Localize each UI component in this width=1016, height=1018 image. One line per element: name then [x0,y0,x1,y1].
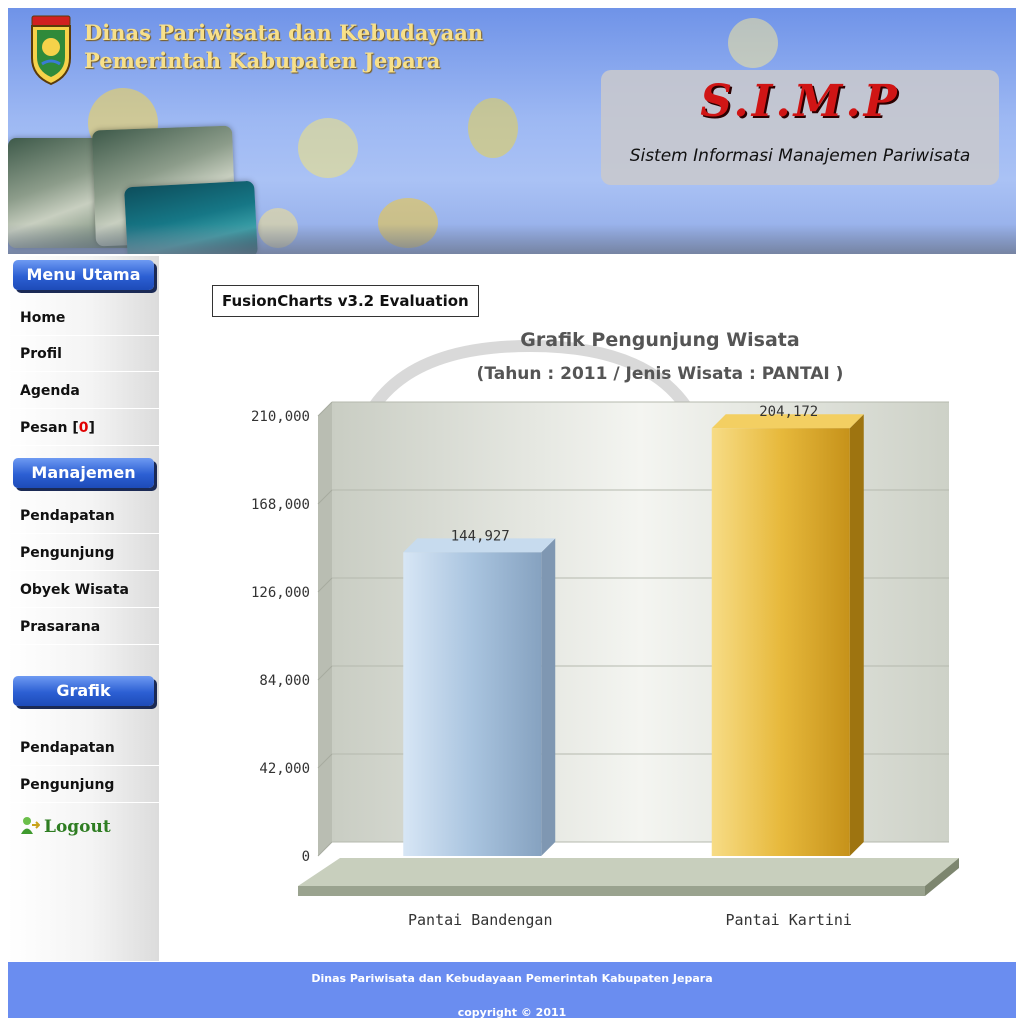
bar-side [849,414,864,856]
manajemen-header: Manajemen [13,458,154,488]
bar-side [541,538,556,856]
sidebar-item-obyek-wisata[interactable]: Obyek Wisata [8,572,159,608]
header-banner: Dinas Pariwisata dan Kebudayaan Pemerint… [8,8,1016,254]
x-tick-label: Pantai Bandengan [408,911,553,929]
banner-strip [8,224,1016,254]
jepara-crest-icon [31,15,71,86]
sidebar-item-prasarana[interactable]: Prasarana [8,609,159,645]
plot-area: 0 42,000 84,000 126,000 168,000 210,000 144,92… [251,401,959,929]
sidebar-item-grafik-pengunjung[interactable]: Pengunjung [8,767,159,803]
sidebar: Menu Utama Home Profil Agenda Pesan [0] … [8,256,159,961]
footer-org: Dinas Pariwisata dan Kebudayaan Pemerint… [311,972,713,985]
app-title: S.I.M.P [700,76,900,127]
sidebar-item-home[interactable]: Home [8,300,159,336]
data-label: 204,172 [759,404,818,420]
grafik-header: Grafik [13,676,154,706]
logout-icon [21,817,40,834]
bar [711,428,850,856]
chart-title: Grafik Pengunjung Wisata [520,329,799,351]
sidebar-item-label: Pesan [20,420,73,436]
org-name-line2: Pemerintah Kabupaten Jepara [84,48,441,73]
footer-copyright: copyright © 2011 [457,1006,567,1018]
bracket: ] [88,420,95,436]
y-tick-label: 42,000 [259,761,310,777]
sidebar-item-agenda[interactable]: Agenda [8,373,159,409]
chart-subtitle: (Tahun : 2011 / Jenis Wisata : PANTAI ) [477,364,844,384]
visitor-chart: 0 42,000 84,000 126,000 168,000 210,000 144,92… [251,329,959,929]
y-tick-label: 210,000 [251,409,310,425]
x-tick-label: Pantai Kartini [726,911,852,929]
decor-blob [468,98,518,158]
y-tick-label: 84,000 [259,673,310,689]
sidebar-item-pesan[interactable]: Pesan [0] [8,410,159,446]
org-name-line1: Dinas Pariwisata dan Kebudayaan [84,20,484,45]
app-subtitle: Sistem Informasi Manajemen Pariwisata [629,146,971,166]
sidebar-item-pengunjung[interactable]: Pengunjung [8,535,159,571]
y-tick-label: 126,000 [251,585,310,601]
decor-blob [298,118,358,178]
data-label: 144,927 [451,528,510,544]
chart-floor-top [298,858,959,886]
main-content: FusionCharts v3.2 Evaluation 0 42,000 84,0… [160,256,1016,961]
logout-label: Logout [44,817,111,837]
sidebar-item-pendapatan[interactable]: Pendapatan [8,498,159,534]
decor-blob [728,18,778,68]
chart-side-wall [318,402,332,856]
app-title-box: S.I.M.P Sistem Informasi Manajemen Pariw… [601,70,999,185]
sidebar-item-profil[interactable]: Profil [8,336,159,372]
menu-utama-header: Menu Utama [13,260,154,290]
chart-floor-front [298,886,925,896]
sidebar-item-grafik-pendapatan[interactable]: Pendapatan [8,730,159,766]
bar [403,552,542,856]
message-count-badge: 0 [78,420,89,436]
y-tick-label: 0 [302,849,310,865]
footer: Dinas Pariwisata dan Kebudayaan Pemerint… [8,962,1016,1018]
logout-link[interactable]: Logout [20,814,111,840]
y-tick-label: 168,000 [251,497,310,513]
